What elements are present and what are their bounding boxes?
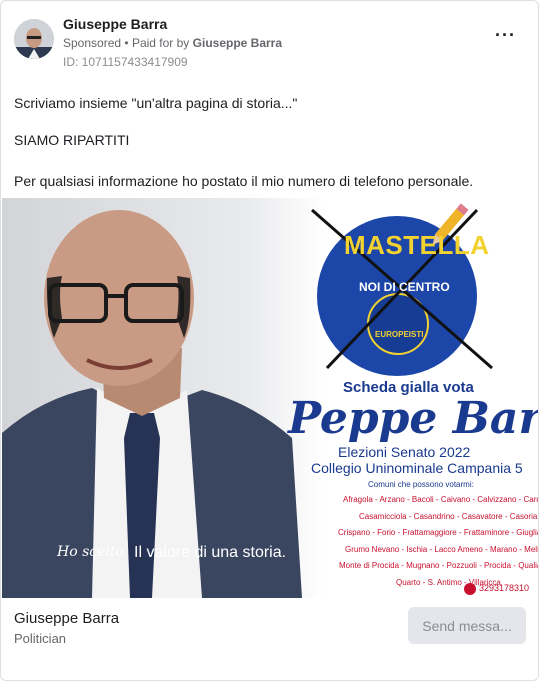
body-text-line-3: Per qualsiasi informazione ho postato il…	[14, 173, 474, 189]
page-name[interactable]: Giuseppe Barra	[63, 16, 167, 32]
candidate-name: Peppe Barra	[288, 393, 538, 444]
avatar[interactable]	[14, 19, 54, 59]
town-line: Casamicciola - Casandrino - Casavatore -…	[359, 512, 538, 521]
college-title: Collegio Uninominale Campania 5	[311, 460, 523, 476]
paid-for-name: Giuseppe Barra	[192, 36, 283, 50]
ad-id: ID: 1071157433417909	[63, 55, 188, 69]
body-text-line-2: SIAMO RIPARTITI	[14, 132, 130, 148]
more-options-icon[interactable]: ···	[495, 26, 516, 44]
logo-title: MASTELLA	[344, 230, 490, 260]
ad-header: Giuseppe Barra Sponsored • Paid for by G…	[1, 1, 538, 81]
body-text-line-1: Scriviamo insieme "un'altra pagina di st…	[14, 95, 298, 111]
avatar-photo	[14, 19, 54, 59]
send-message-button[interactable]: Send messa...	[408, 607, 526, 644]
sponsored-label: Sponsored	[63, 36, 122, 50]
ad-footer: Giuseppe Barra Politician Send messa...	[1, 598, 538, 680]
paid-for-prefix: Paid for by	[131, 36, 190, 50]
separator: •	[124, 36, 129, 50]
logo-europeisti: EUROPEISTI	[375, 330, 424, 339]
tagline-script: Ho scelto	[57, 544, 124, 560]
town-line: Monte di Procida - Mugnano - Pozzuoli - …	[339, 561, 539, 570]
town-line: Afragola - Arzano - Bacoli - Caivano - C…	[343, 495, 539, 504]
town-line: Grumo Nevano - Ischia - Lacco Ameno - Ma…	[345, 545, 539, 554]
town-line: Crispano - Forio - Frattamaggiore - Frat…	[338, 528, 539, 537]
footer-category: Politician	[14, 631, 67, 646]
logo-subtitle: NOI DI CENTRO	[359, 280, 450, 294]
ad-card: Giuseppe Barra Sponsored • Paid for by G…	[0, 0, 539, 681]
sponsored-line: Sponsored • Paid for by Giuseppe Barra	[63, 36, 282, 50]
voters-title: Comuni che possono votarmi:	[368, 480, 474, 489]
tagline: Il valore di una storia.	[134, 544, 287, 561]
election-title: Elezioni Senato 2022	[338, 444, 471, 460]
ad-creative-image[interactable]: MASTELLA NOI DI CENTRO EUROPEISTI Scheda…	[2, 198, 539, 598]
phone-number: 3293178310	[479, 583, 530, 593]
footer-page-name[interactable]: Giuseppe Barra	[14, 610, 119, 627]
